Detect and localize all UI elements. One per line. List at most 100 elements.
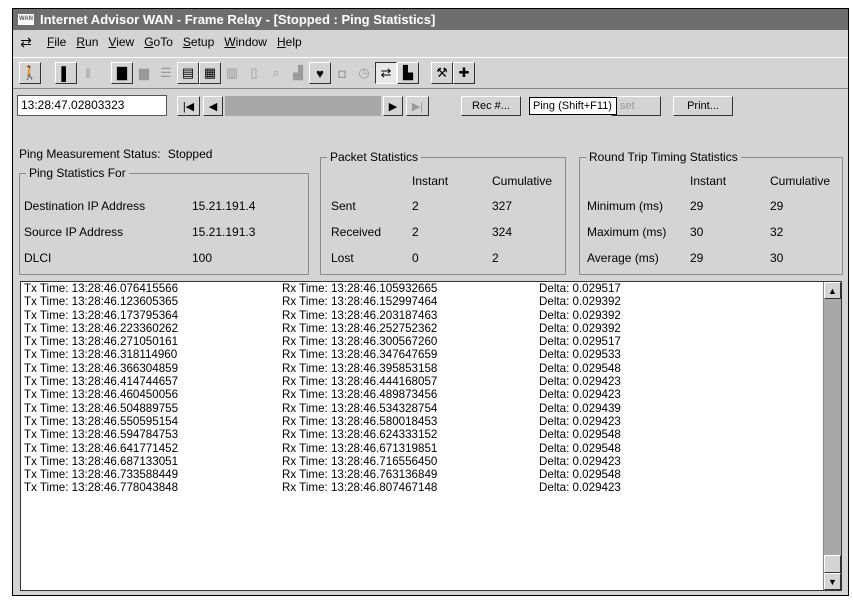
mdi-window-icon[interactable]: ⇄: [15, 34, 37, 51]
last-record-button[interactable]: ▶|: [406, 96, 429, 116]
minimum-label: Minimum (ms): [587, 199, 663, 213]
menu-run[interactable]: Run: [76, 35, 98, 49]
delta-value: Delta: 0.029392: [539, 308, 621, 322]
menu-window[interactable]: Window: [224, 35, 267, 49]
toolbar-button-search[interactable]: ⌕: [265, 62, 287, 84]
log-row: Tx Time: 13:28:46.460450056 Rx Time: 13:2…: [21, 388, 841, 401]
tx-time: Tx Time: 13:28:46.550595154: [24, 414, 179, 428]
toolbar-button-table[interactable]: ▤: [177, 62, 199, 84]
toolbar-button-pause[interactable]: ‖: [77, 62, 99, 84]
scroll-down-button[interactable]: ▼: [824, 573, 841, 590]
lost-label: Lost: [331, 251, 354, 265]
delta-value: Delta: 0.029533: [539, 348, 621, 362]
instant-header: Instant: [412, 174, 449, 188]
lost-cumulative: 2: [492, 251, 499, 265]
tx-time: Tx Time: 13:28:46.223360262: [24, 321, 179, 335]
info-icon: ▌: [61, 65, 71, 81]
log-row: Tx Time: 13:28:46.076415566 Rx Time: 13:2…: [21, 282, 841, 295]
tx-time: Tx Time: 13:28:46.594784753: [24, 428, 179, 442]
dlci-label: DLCI: [24, 251, 52, 265]
heart-icon: ♥: [316, 65, 324, 81]
toolbar-button-page[interactable]: ▯: [243, 62, 265, 84]
log-scrollbar[interactable]: ▲ ▼: [823, 282, 841, 590]
delta-value: Delta: 0.029423: [539, 414, 621, 428]
page-icon: ▯: [250, 65, 258, 80]
toolbar-button-info[interactable]: ▌: [55, 62, 77, 84]
rx-time: Rx Time: 13:28:46.624333152: [282, 428, 438, 442]
menu-help[interactable]: Help: [277, 35, 302, 49]
reset-button[interactable]: set: [611, 96, 661, 116]
rx-time: Rx Time: 13:28:46.347647659: [282, 348, 438, 362]
instant-header: Instant: [690, 174, 727, 188]
menu-file[interactable]: File: [47, 35, 66, 49]
stats-icon: ▟: [293, 65, 303, 80]
toolbar-button-walking-man[interactable]: 🚶: [19, 62, 41, 84]
received-instant: 2: [412, 225, 419, 239]
delta-value: Delta: 0.029423: [539, 481, 621, 495]
delta-value: Delta: 0.029548: [539, 441, 621, 455]
scroll-thumb[interactable]: [824, 555, 841, 573]
log-row: Tx Time: 13:28:46.733588449 Rx Time: 13:2…: [21, 468, 841, 481]
dlci-value: 100: [192, 251, 213, 265]
table-icon: ▤: [181, 65, 195, 80]
tx-time: Tx Time: 13:28:46.641771452: [24, 441, 179, 455]
scroll-up-button[interactable]: ▲: [824, 282, 841, 299]
delta-value: Delta: 0.029423: [539, 388, 621, 402]
tx-time: Tx Time: 13:28:46.687133051: [24, 454, 179, 468]
main-window: WAN Internet Advisor WAN - Frame Relay -…: [12, 8, 849, 596]
log-row: Tx Time: 13:28:46.504889755 Rx Time: 13:2…: [21, 402, 841, 415]
record-scrollbar[interactable]: [225, 96, 381, 116]
toolbar-button-cup[interactable]: ◘: [331, 62, 353, 84]
toolbar-button-graph[interactable]: ▆: [133, 62, 155, 84]
toolbar-button-columns[interactable]: ▥: [221, 62, 243, 84]
toolbar-button-clock[interactable]: ◷: [353, 62, 375, 84]
delta-value: Delta: 0.029548: [539, 428, 621, 442]
toolbar-button-heart[interactable]: ♥: [309, 62, 331, 84]
log-row: Tx Time: 13:28:46.687133051 Rx Time: 13:2…: [21, 455, 841, 468]
app-icon[interactable]: WAN: [18, 14, 34, 25]
tx-time: Tx Time: 13:28:46.460450056: [24, 388, 179, 402]
clock-icon: ◷: [358, 65, 370, 80]
walking-man-icon: 🚶: [21, 65, 39, 80]
toolbar-button-list[interactable]: ☰: [155, 62, 177, 84]
timestamp-field[interactable]: 13:28:47.02803323: [17, 95, 167, 116]
bar-chart-icon: ▇: [117, 65, 127, 80]
menu-view[interactable]: View: [108, 35, 134, 49]
first-record-button[interactable]: |◀: [177, 96, 200, 116]
log-row: Tx Time: 13:28:46.641771452 Rx Time: 13:2…: [21, 442, 841, 455]
tx-time: Tx Time: 13:28:46.778043848: [24, 481, 179, 495]
rx-time: Rx Time: 13:28:46.716556450: [282, 454, 438, 468]
toolbar-button-chart[interactable]: ▙: [397, 62, 419, 84]
received-label: Received: [331, 225, 382, 239]
toolbar-button-grid[interactable]: ▦: [199, 62, 221, 84]
scroll-left-button[interactable]: ◀: [203, 96, 223, 116]
tx-time: Tx Time: 13:28:46.076415566: [24, 282, 179, 295]
menu-setup[interactable]: Setup: [183, 35, 214, 49]
print-button[interactable]: Print...: [673, 96, 733, 116]
toolbar-button-plus[interactable]: ✚: [453, 62, 475, 84]
ping-log-list[interactable]: Tx Time: 13:28:46.076415566 Rx Time: 13:2…: [20, 281, 842, 591]
rx-time: Rx Time: 13:28:46.300567260: [282, 335, 438, 349]
graph-icon: ▆: [139, 65, 149, 80]
average-cumulative: 30: [770, 251, 784, 265]
tx-time: Tx Time: 13:28:46.504889755: [24, 401, 179, 415]
tx-time: Tx Time: 13:28:46.733588449: [24, 468, 179, 482]
delta-value: Delta: 0.029548: [539, 361, 621, 375]
rx-time: Rx Time: 13:28:46.444168057: [282, 375, 438, 389]
rx-time: Rx Time: 13:28:46.489873456: [282, 388, 438, 402]
menu-goto[interactable]: GoTo: [144, 35, 173, 49]
minimum-instant: 29: [690, 199, 704, 213]
maximum-label: Maximum (ms): [587, 225, 667, 239]
toolbar-button-tools[interactable]: ⚒: [431, 62, 453, 84]
rec-number-button[interactable]: Rec #...: [461, 96, 521, 116]
scroll-right-button[interactable]: ▶: [383, 96, 403, 116]
toolbar-button-stats[interactable]: ▟: [287, 62, 309, 84]
log-row: Tx Time: 13:28:46.414744657 Rx Time: 13:2…: [21, 375, 841, 388]
toolbar-button-ping[interactable]: ⇄: [375, 62, 397, 84]
rx-time: Rx Time: 13:28:46.252752362: [282, 321, 438, 335]
rx-time: Rx Time: 13:28:46.671319851: [282, 441, 438, 455]
cumulative-header: Cumulative: [492, 174, 553, 188]
delta-value: Delta: 0.029423: [539, 375, 621, 389]
title-bar[interactable]: WAN Internet Advisor WAN - Frame Relay -…: [13, 9, 848, 30]
toolbar-button-bar-chart[interactable]: ▇: [111, 62, 133, 84]
